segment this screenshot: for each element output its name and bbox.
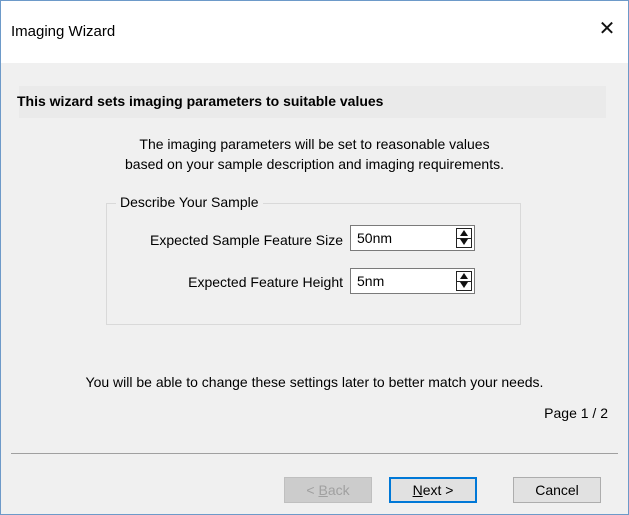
spin-down-arrow-icon[interactable] (457, 281, 471, 290)
title-bar: Imaging Wizard ✕ (1, 1, 628, 63)
back-button-rest: ack (327, 482, 350, 498)
back-button-mnemonic: B (318, 482, 328, 498)
close-icon[interactable]: ✕ (596, 17, 618, 39)
intro-line-1: The imaging parameters will be set to re… (139, 136, 490, 152)
feature-size-label: Expected Sample Feature Size (150, 232, 343, 248)
footer-note: You will be able to change these setting… (85, 374, 544, 390)
describe-sample-groupbox (106, 203, 521, 325)
cancel-button[interactable]: Cancel (513, 477, 601, 503)
intro-line-2: based on your sample description and ima… (125, 156, 504, 172)
spin-down-arrow-icon[interactable] (457, 238, 471, 247)
back-button-prefix: < (306, 482, 319, 498)
page-indicator: Page 1 / 2 (544, 405, 608, 421)
feature-size-spin-buttons[interactable] (456, 228, 472, 248)
next-button-mnemonic: N (412, 482, 423, 498)
groupbox-legend: Describe Your Sample (116, 194, 263, 210)
feature-size-input[interactable] (354, 228, 452, 248)
feature-height-label: Expected Feature Height (188, 274, 343, 290)
next-button-rest: ext > (422, 482, 454, 498)
wizard-header-text: This wizard sets imaging parameters to s… (17, 93, 384, 109)
imaging-wizard-dialog: Imaging Wizard ✕ This wizard sets imagin… (0, 0, 629, 515)
back-button[interactable]: < Back (284, 477, 372, 503)
window-title: Imaging Wizard (11, 23, 116, 40)
next-button[interactable]: Next > (389, 477, 477, 503)
feature-height-spin-buttons[interactable] (456, 271, 472, 291)
intro-text: The imaging parameters will be set to re… (1, 134, 628, 174)
feature-height-input[interactable] (354, 271, 452, 291)
feature-height-spinbox[interactable] (350, 268, 475, 294)
feature-size-spinbox[interactable] (350, 225, 475, 251)
button-divider (11, 453, 618, 454)
